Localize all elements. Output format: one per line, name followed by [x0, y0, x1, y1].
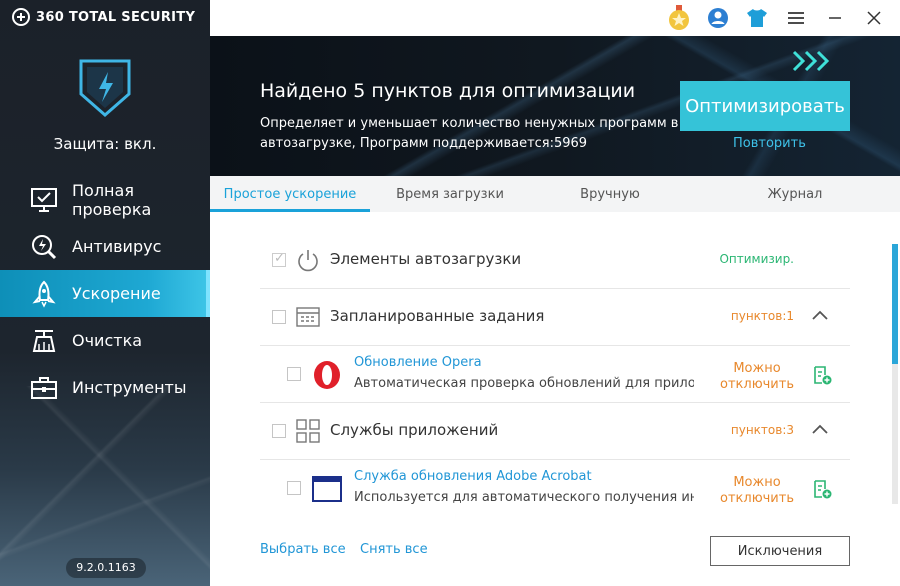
checkbox[interactable] — [287, 367, 301, 381]
brand-name: 360 TOTAL SECURITY — [36, 9, 196, 25]
group-startup: Элементы автозагрузки Оптимизир. — [260, 232, 850, 289]
sidebar-item-tools[interactable]: Инструменты — [0, 364, 210, 411]
exclusions-button[interactable]: Исключения — [710, 536, 850, 566]
sidebar: 360 TOTAL SECURITY Защита: вкл. Полная п… — [0, 0, 210, 586]
repeat-link[interactable]: Повторить — [733, 136, 806, 151]
broom-icon — [30, 327, 58, 355]
shield-icon — [79, 59, 131, 117]
select-all-link[interactable]: Выбрать все — [260, 542, 346, 557]
window-icon — [312, 476, 342, 502]
toolbox-icon — [30, 374, 58, 402]
power-icon — [298, 250, 318, 272]
optimization-list: Элементы автозагрузки Оптимизир. Заплани… — [260, 232, 850, 517]
item-status-line: Можно — [733, 361, 781, 376]
minimize-icon[interactable] — [823, 6, 847, 30]
group-app-services: Службы приложений пунктов:3 — [260, 403, 850, 460]
add-exclusion-icon[interactable] — [812, 365, 832, 385]
checkbox[interactable] — [272, 310, 286, 324]
user-icon[interactable] — [706, 6, 730, 30]
item-title[interactable]: Обновление Opera — [354, 355, 482, 370]
tab-log[interactable]: Журнал — [690, 176, 900, 212]
item-title[interactable]: Служба обновления Adobe Acrobat — [354, 469, 592, 484]
chevron-up-icon[interactable] — [810, 420, 830, 440]
protection-status: Защита: вкл. — [53, 135, 157, 153]
optimize-button[interactable]: Оптимизировать — [680, 81, 850, 131]
sidebar-nav: Полная проверка Антивирус Ускорение Очис… — [0, 176, 210, 411]
group-label: Элементы автозагрузки — [330, 250, 522, 268]
medal-icon[interactable] — [667, 5, 691, 30]
checkbox[interactable] — [287, 481, 301, 495]
sidebar-item-label: Антивирус — [72, 237, 162, 256]
header-description: Определяет и уменьшает количество ненужн… — [260, 116, 679, 151]
item-status: Можно отключить — [720, 475, 794, 507]
header-title: Найдено 5 пунктов для оптимизации — [260, 80, 636, 102]
close-icon[interactable] — [862, 6, 886, 30]
title-bar — [210, 0, 900, 36]
shirt-icon[interactable] — [745, 6, 769, 30]
brand-logo-icon — [12, 8, 30, 26]
checkbox[interactable] — [272, 251, 286, 267]
sidebar-item-label: Инструменты — [72, 378, 187, 397]
sidebar-item-label: Полная проверка — [72, 180, 152, 219]
opera-icon — [314, 361, 340, 389]
brand: 360 TOTAL SECURITY — [12, 8, 195, 26]
item-status-line: отключить — [720, 491, 794, 506]
item-opera-update: Обновление Opera Автоматическая проверка… — [260, 346, 850, 403]
tab-boot-time[interactable]: Время загрузки — [370, 176, 530, 212]
grid-icon — [296, 419, 320, 443]
checkbox[interactable] — [272, 424, 286, 438]
sidebar-item-cleanup[interactable]: Очистка — [0, 317, 210, 364]
scrollbar-thumb[interactable] — [892, 244, 898, 364]
group-status: пунктов:3 — [730, 423, 794, 437]
tab-manual[interactable]: Вручную — [530, 176, 690, 212]
header-banner: Найдено 5 пунктов для оптимизации Опреде… — [210, 0, 900, 176]
monitor-check-icon — [30, 186, 58, 214]
item-description: Используется для автоматического получен… — [354, 490, 694, 505]
magnifier-bolt-icon — [30, 233, 58, 261]
calendar-icon — [296, 307, 320, 327]
double-arrow-icon — [792, 50, 830, 72]
item-adobe-acrobat-update: Служба обновления Adobe Acrobat Использу… — [260, 460, 850, 517]
sidebar-item-label: Ускорение — [72, 284, 161, 303]
group-label: Службы приложений — [330, 421, 499, 439]
scrollbar[interactable] — [892, 244, 898, 504]
group-label: Запланированные задания — [330, 307, 545, 325]
sidebar-item-label: Очистка — [72, 331, 143, 350]
tab-simple-speedup[interactable]: Простое ускорение — [210, 176, 370, 212]
item-status: Можно отключить — [720, 361, 794, 393]
tab-bar: Простое ускорение Время загрузки Вручную… — [210, 176, 900, 212]
add-exclusion-icon[interactable] — [812, 479, 832, 499]
title-bar-icons — [667, 5, 886, 30]
group-status: Оптимизир. — [719, 252, 794, 266]
item-description: Автоматическая проверка обновлений для п… — [354, 376, 694, 391]
version-label: 9.2.0.1163 — [66, 558, 146, 578]
group-scheduled-tasks: Запланированные задания пунктов:1 — [260, 289, 850, 346]
menu-icon[interactable] — [784, 6, 808, 30]
sidebar-item-speedup[interactable]: Ускорение — [0, 270, 210, 317]
item-status-line: отключить — [720, 377, 794, 392]
deselect-all-link[interactable]: Снять все — [360, 542, 428, 557]
rocket-icon — [30, 280, 58, 308]
chevron-up-icon[interactable] — [810, 306, 830, 326]
group-status: пунктов:1 — [730, 309, 794, 323]
sidebar-item-full-scan[interactable]: Полная проверка — [0, 176, 210, 223]
item-status-line: Можно — [733, 475, 781, 490]
sidebar-item-antivirus[interactable]: Антивирус — [0, 223, 210, 270]
